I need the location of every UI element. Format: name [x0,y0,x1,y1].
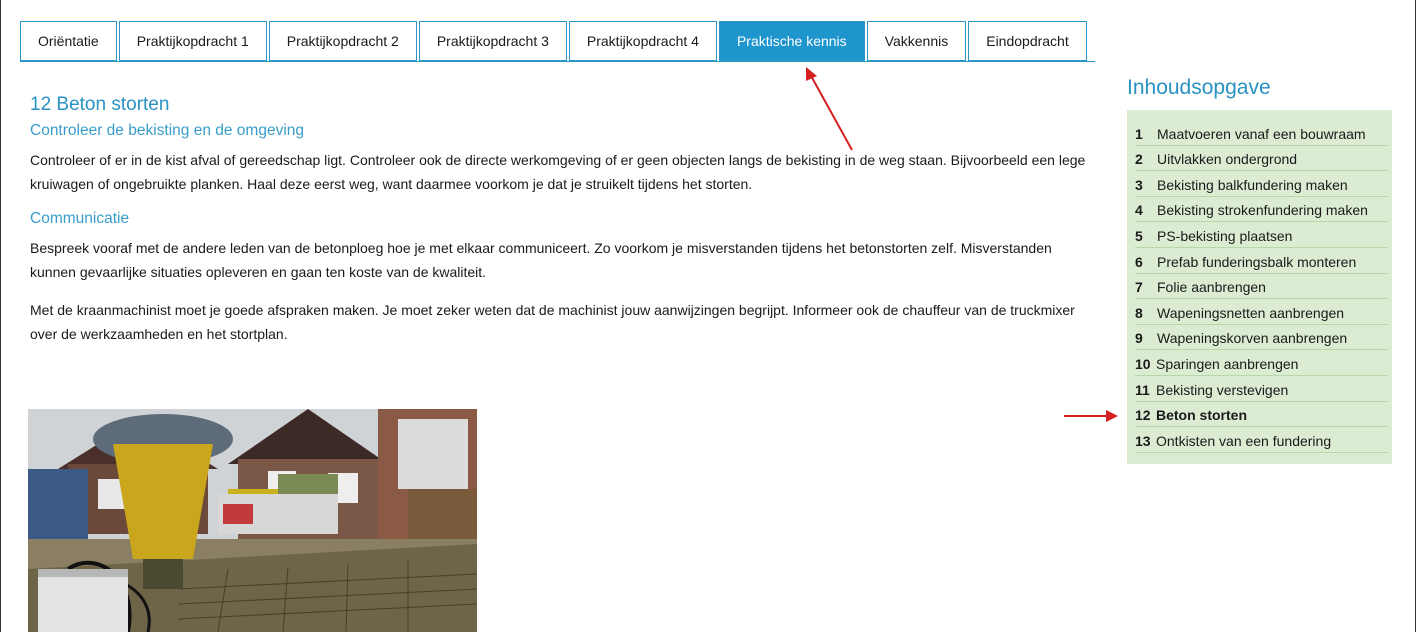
toc-item-4[interactable]: 4 Bekisting strokenfundering maken [1135,197,1388,223]
toc-item-6[interactable]: 6 Prefab funderingsbalk monteren [1135,248,1388,274]
toc-item-number: 5 [1135,227,1143,244]
toc-item-number: 1 [1135,125,1143,142]
toc-item-label: Wapeningsnetten aanbrengen [1157,304,1345,321]
toc-item-label: Bekisting balkfundering maken [1157,176,1348,193]
toc-item-2[interactable]: 2 Uitvlakken ondergrond [1135,146,1388,172]
tab-underline [20,61,1095,62]
toc-item-9[interactable]: 9 Wapeningskorven aanbrengen [1135,325,1388,351]
arrow-to-tab-icon [806,67,853,151]
concrete-pouring-photo [28,409,477,632]
toc-item-label: Sparingen aanbrengen [1156,355,1299,372]
toc-item-number: 3 [1135,176,1143,193]
page-title: 12 Beton storten [30,94,170,115]
section-text-bekisting: Controleer of er in de kist afval of ger… [30,152,1086,192]
toc-item-number: 4 [1135,202,1143,219]
toc-item-label: Uitvlakken ondergrond [1157,151,1298,168]
toc-item-label: Maatvoeren vanaf een bouwraam [1157,125,1366,142]
section-heading-communicatie: Communicatie [30,210,130,227]
toc-item-number: 11 [1135,381,1150,398]
toc-item-11[interactable]: 11 Bekisting verstevigen [1135,376,1388,402]
toc-item-number: 9 [1135,330,1143,347]
toc-item-number: 7 [1135,279,1143,296]
toc-item-7[interactable]: 7 Folie aanbrengen [1135,274,1388,300]
toc-item-label: Bekisting verstevigen [1156,381,1289,398]
toc-title: Inhoudsopgave [1127,76,1271,99]
tab-bar: Oriëntatie Praktijkopdracht 1 Praktijkop… [20,21,1089,61]
toc-item-8[interactable]: 8 Wapeningsnetten aanbrengen [1135,299,1388,325]
toc-item-number: 13 [1135,432,1151,449]
toc-item-label: Wapeningskorven aanbrengen [1157,330,1348,347]
section-heading-bekisting: Controleer de bekisting en de omgeving [30,122,305,139]
tab-praktijkopdracht-2[interactable]: Praktijkopdracht 2 [268,21,417,61]
toc-item-label: Prefab funderingsbalk monteren [1157,253,1357,270]
toc-item-number: 2 [1135,151,1143,168]
main-content: 12 Beton storten Controleer de bekisting… [30,94,1095,360]
toc-item-label: Folie aanbrengen [1157,279,1266,296]
tab-praktijkopdracht-4[interactable]: Praktijkopdracht 4 [568,21,717,61]
tab-orientatie[interactable]: Oriëntatie [20,21,117,61]
tab-eindopdracht[interactable]: Eindopdracht [968,21,1087,61]
toc-item-10[interactable]: 10 Sparingen aanbrengen [1135,350,1388,376]
toc-item-number: 6 [1135,253,1143,270]
tab-praktische-kennis[interactable]: Praktische kennis [718,21,865,61]
toc-item-5[interactable]: 5 PS-bekisting plaatsen [1135,222,1388,248]
section-text-communicatie-1: Bespreek vooraf met de andere leden van … [30,240,1052,280]
tab-praktijkopdracht-3[interactable]: Praktijkopdracht 3 [418,21,567,61]
toc-item-1[interactable]: 1 Maatvoeren vanaf een bouwraam [1135,120,1388,146]
toc-item-label: Ontkisten van een fundering [1156,432,1332,449]
toc-item-number: 12 [1135,407,1151,424]
tab-praktijkopdracht-1[interactable]: Praktijkopdracht 1 [118,21,267,61]
arrow-to-toc-item-icon [1064,410,1118,422]
section-text-communicatie-2: Met de kraanmachinist moet je goede afsp… [30,302,1075,342]
toc-item-13[interactable]: 13 Ontkisten van een fundering [1135,427,1388,453]
toc-item-label: Bekisting strokenfundering maken [1157,202,1368,219]
table-of-contents: 1 Maatvoeren vanaf een bouwraam 2 Uitvlakk… [1127,110,1392,464]
toc-item-3[interactable]: 3 Bekisting balkfundering maken [1135,171,1388,197]
toc-item-number: 10 [1135,355,1151,372]
tab-vakkennis[interactable]: Vakkennis [866,21,967,61]
toc-item-label: Beton storten [1156,407,1247,424]
toc-item-label: PS-bekisting plaatsen [1157,227,1293,244]
toc-item-number: 8 [1135,304,1143,321]
toc-item-12[interactable]: 12 Beton storten [1135,402,1388,428]
